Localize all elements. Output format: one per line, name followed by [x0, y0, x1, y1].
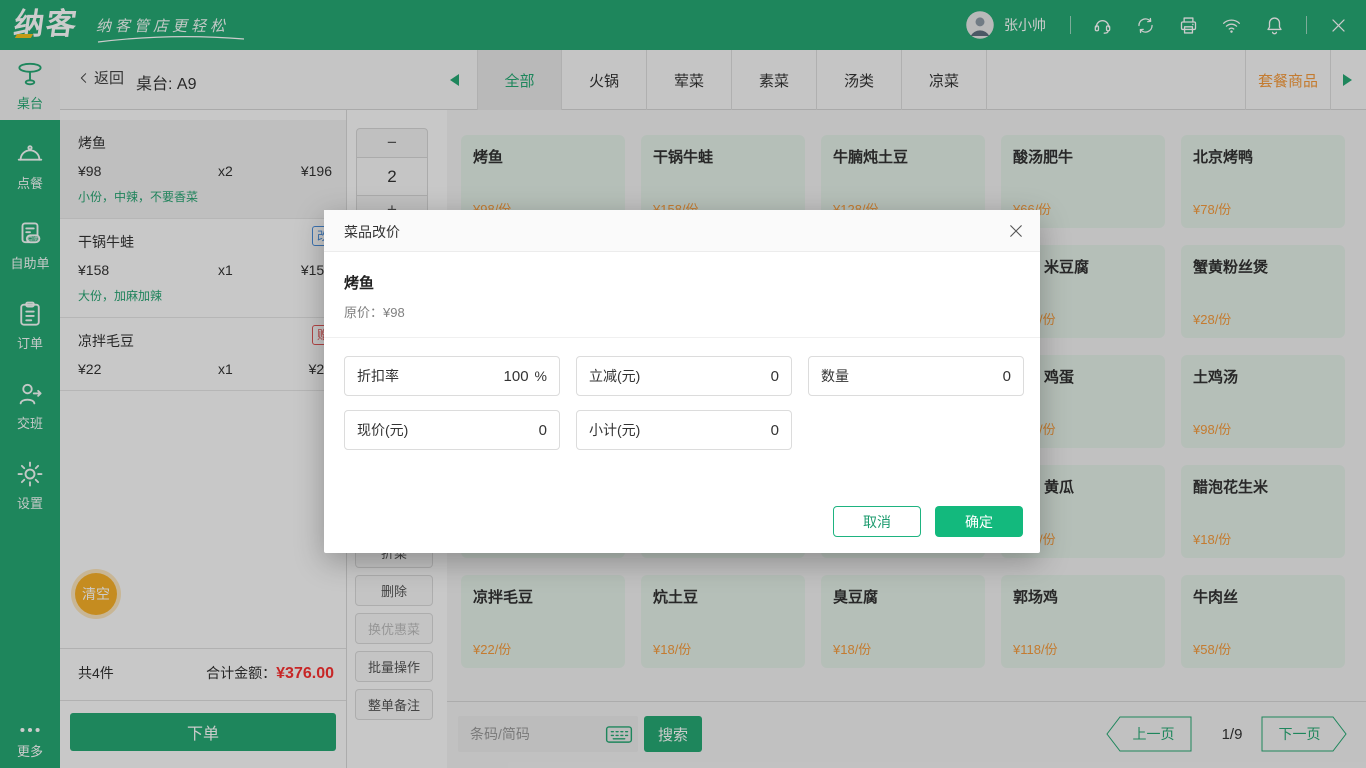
modal-header: 菜品改价	[324, 210, 1040, 252]
modal-original-price: 原价：¥98	[344, 302, 405, 321]
change-price-modal: 菜品改价 烤鱼 原价：¥98 折扣率100%立减(元)0数量0现价(元)0小计(…	[324, 210, 1040, 553]
modal-dish-name: 烤鱼	[344, 272, 374, 293]
field-label: 现价(元)	[357, 420, 408, 440]
cancel-button[interactable]: 取消	[833, 506, 921, 537]
field-suffix: %	[535, 368, 547, 384]
field-value: 100	[504, 368, 529, 385]
field-value: 0	[771, 422, 779, 439]
divider	[324, 337, 1040, 338]
field-label: 数量	[821, 366, 849, 386]
pos-screen: 纳客 纳客管店更轻松 张小帅 桌台点餐自助自助单订单交班设置	[0, 0, 1366, 768]
field-value: 0	[539, 422, 547, 439]
modal-field[interactable]: 折扣率 100%	[344, 356, 560, 396]
confirm-button[interactable]: 确定	[935, 506, 1023, 537]
field-label: 立减(元)	[589, 366, 640, 386]
modal-field[interactable]: 数量 0	[808, 356, 1024, 396]
field-value: 0	[1003, 368, 1011, 385]
field-value: 0	[771, 368, 779, 385]
field-label: 小计(元)	[589, 420, 640, 440]
modal-field[interactable]: 立减(元) 0	[576, 356, 792, 396]
modal-field[interactable]: 小计(元) 0	[576, 410, 792, 450]
modal-title: 菜品改价	[344, 222, 400, 242]
modal-field[interactable]: 现价(元) 0	[344, 410, 560, 450]
field-label: 折扣率	[357, 366, 399, 386]
modal-close-icon[interactable]	[1007, 222, 1025, 240]
